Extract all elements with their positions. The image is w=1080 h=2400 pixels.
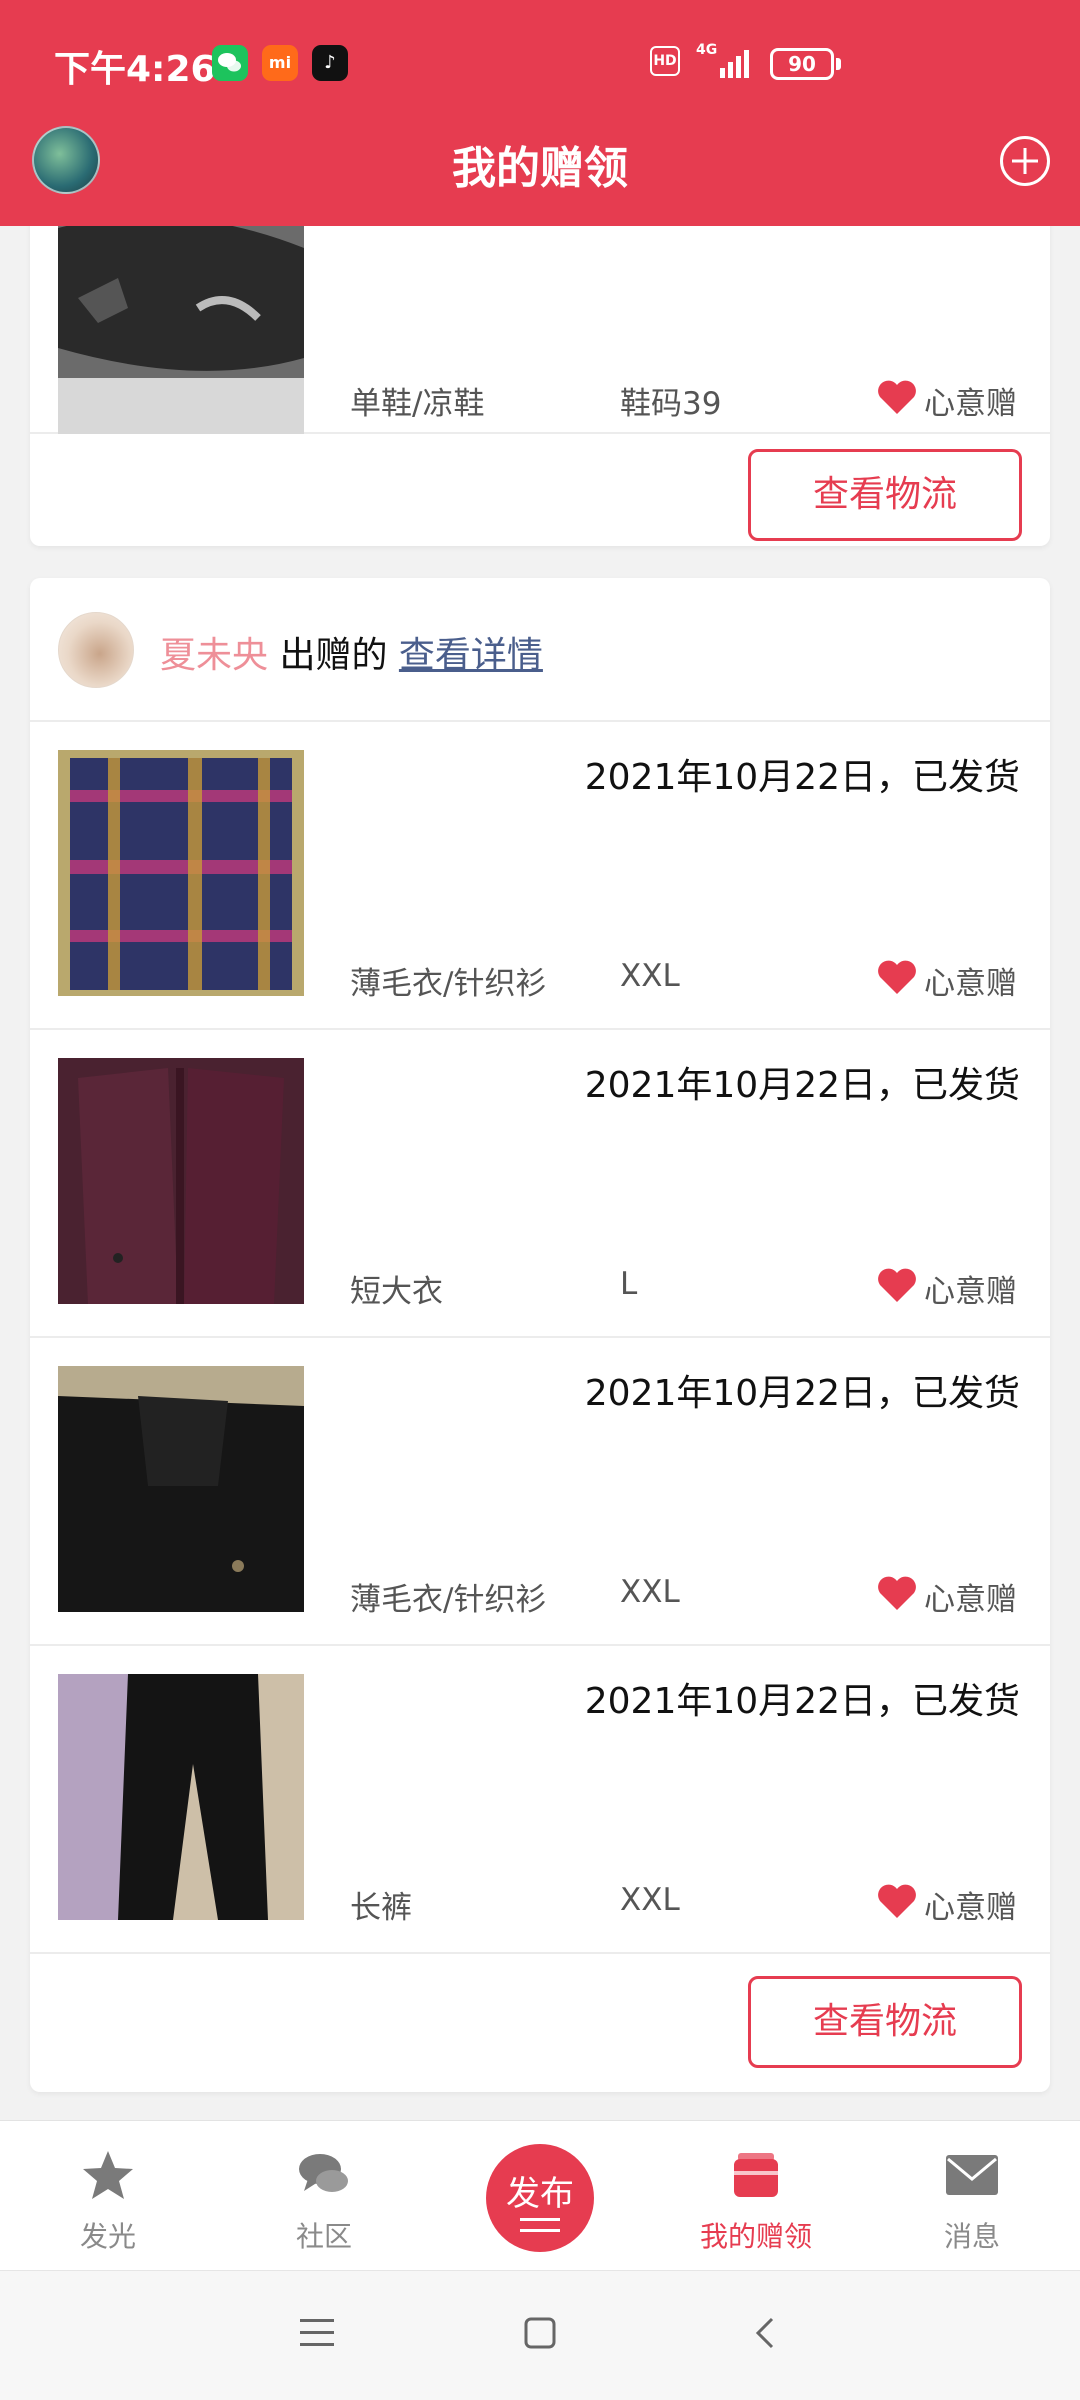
page-title: 我的赠领: [452, 143, 628, 194]
donor-name[interactable]: 夏未央: [160, 635, 268, 676]
publish-button[interactable]: 发布: [486, 2144, 594, 2252]
publish-label: 发布: [506, 2174, 574, 2214]
item-category: 薄毛衣/针织衫: [350, 1582, 547, 1618]
donor-avatar[interactable]: [58, 612, 134, 688]
gift-type: 心意赠: [924, 1582, 1017, 1618]
item-date-status: 2021年10月22日，已发货: [584, 1681, 1020, 1722]
heart-icon: [878, 380, 916, 414]
donated-label: 出赠的: [268, 635, 399, 676]
system-nav-bar: [0, 2270, 1080, 2400]
donor-header: 夏未央 出赠的 查看详情: [30, 578, 1050, 722]
item-size: XXL: [620, 958, 680, 994]
item-size: L: [620, 1266, 638, 1302]
item-date-status: 2021年10月22日，已发货: [584, 757, 1020, 798]
nav-label: 我的赠领: [699, 2220, 812, 2253]
list-item[interactable]: 2021年10月22日，已发货 长裤 XXL 心意赠: [30, 1646, 1050, 1954]
donor-line: 夏未央 出赠的 查看详情: [160, 626, 543, 678]
battery-icon: 90: [770, 48, 834, 80]
battery-tip: [836, 58, 841, 70]
item-category: 单鞋/凉鞋: [350, 386, 485, 422]
view-logistics-button[interactable]: 查看物流: [748, 1976, 1022, 2068]
item-photo-plaid-shirt: [58, 750, 304, 996]
wechat-icon: [212, 45, 248, 81]
item-category: 长裤: [350, 1890, 412, 1926]
nav-label: 消息: [943, 2220, 1000, 2253]
heart-icon: [878, 1884, 916, 1918]
chat-bubbles-icon: [299, 2154, 348, 2192]
nav-item-community[interactable]: 社区: [234, 2121, 414, 2271]
donation-list[interactable]: 单鞋/凉鞋 鞋码39 心意赠 查看物流 夏未央 出赠的 查看详情 2021年10…: [0, 226, 1080, 2120]
nav-label: 发光: [79, 2220, 136, 2253]
item-date-status: 2021年10月22日，已发货: [584, 1373, 1020, 1414]
heart-icon: [878, 960, 916, 994]
item-photo-black-sweater: [58, 1366, 304, 1612]
status-time: 下午4:26: [54, 49, 216, 90]
gift-type: 心意赠: [924, 1274, 1017, 1310]
hd-indicator: HD: [650, 46, 680, 76]
status-bar: 下午4:26 mi ♪ HD 4G 90: [0, 0, 1080, 130]
gift-type: 心意赠: [924, 1890, 1017, 1926]
view-logistics-button[interactable]: 查看物流: [748, 449, 1022, 541]
nav-item-my-donations[interactable]: 我的赠领: [666, 2121, 846, 2271]
item-photo-pants: [58, 1674, 304, 1920]
app-header: 下午4:26 mi ♪ HD 4G 90 我的赠领: [0, 0, 1080, 226]
view-detail-link[interactable]: 查看详情: [399, 635, 543, 676]
gift-type: 心意赠: [924, 966, 1017, 1002]
network-type: 4G: [696, 42, 718, 58]
home-icon[interactable]: [522, 2315, 558, 2351]
item-date-status: 2021年10月22日，已发货: [584, 1065, 1020, 1106]
item-category: 短大衣: [350, 1274, 443, 1310]
star-icon: [83, 2151, 133, 2199]
list-item[interactable]: 单鞋/凉鞋 鞋码39 心意赠: [30, 226, 1050, 434]
gift-box-icon: [734, 2153, 778, 2197]
item-size: 鞋码39: [620, 386, 722, 422]
item-size: XXL: [620, 1574, 680, 1610]
nav-item-messages[interactable]: 消息: [882, 2121, 1062, 2271]
publish-icon: [520, 2218, 560, 2232]
donation-card: 夏未央 出赠的 查看详情 2021年10月22日，已发货 薄毛衣/针织衫 XXL…: [30, 578, 1050, 2092]
donation-card: 单鞋/凉鞋 鞋码39 心意赠 查看物流: [30, 226, 1050, 546]
list-item[interactable]: 2021年10月22日，已发货 薄毛衣/针织衫 XXL 心意赠: [30, 722, 1050, 1030]
nav-label: 社区: [295, 2220, 352, 2253]
mi-store-icon: mi: [262, 45, 298, 81]
heart-icon: [878, 1268, 916, 1302]
nav-item-glow[interactable]: 发光: [18, 2121, 198, 2271]
item-photo-coat: [58, 1058, 304, 1304]
envelope-icon: [946, 2155, 998, 2195]
tiktok-icon: ♪: [312, 45, 348, 81]
list-item[interactable]: 2021年10月22日，已发货 薄毛衣/针织衫 XXL 心意赠: [30, 1338, 1050, 1646]
gift-type: 心意赠: [924, 386, 1017, 422]
signal-icon: [720, 50, 749, 78]
heart-icon: [878, 1576, 916, 1610]
item-category: 薄毛衣/针织衫: [350, 966, 547, 1002]
back-icon[interactable]: [752, 2315, 780, 2351]
item-photo-shoe: [58, 226, 304, 434]
add-icon[interactable]: [1000, 136, 1050, 186]
list-item[interactable]: 2021年10月22日，已发货 短大衣 L 心意赠: [30, 1030, 1050, 1338]
item-size: XXL: [620, 1882, 680, 1918]
menu-icon[interactable]: [300, 2317, 336, 2349]
